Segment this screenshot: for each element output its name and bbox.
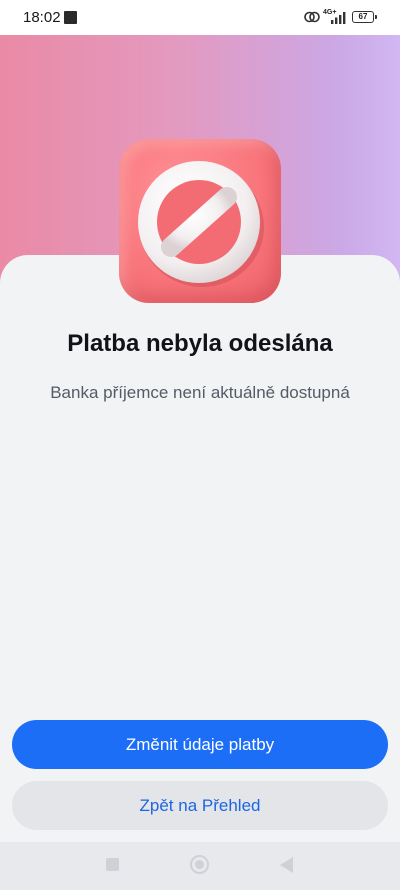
link-icon [304, 11, 320, 23]
home-icon[interactable] [190, 855, 209, 874]
notification-icon [64, 11, 77, 24]
error-message: Banka příjemce není aktuálně dostupná [50, 383, 350, 402]
payment-failed-screen: 18:02 4G+ 67 Platba nebyla odeslána Bank… [0, 0, 400, 890]
back-icon[interactable] [280, 857, 293, 873]
change-payment-details-button[interactable]: Změnit údaje platby [12, 720, 388, 769]
battery-icon: 67 [352, 11, 377, 23]
status-time: 18:02 [23, 9, 61, 26]
page-title: Platba nebyla odeslána [67, 330, 333, 357]
no-entry-icon [119, 139, 281, 303]
recent-apps-icon[interactable] [106, 858, 119, 871]
system-nav-bar [0, 842, 400, 890]
back-to-overview-button[interactable]: Zpět na Přehled [12, 781, 388, 830]
signal-icon [331, 12, 346, 24]
status-bar: 18:02 4G+ 67 [0, 0, 400, 35]
